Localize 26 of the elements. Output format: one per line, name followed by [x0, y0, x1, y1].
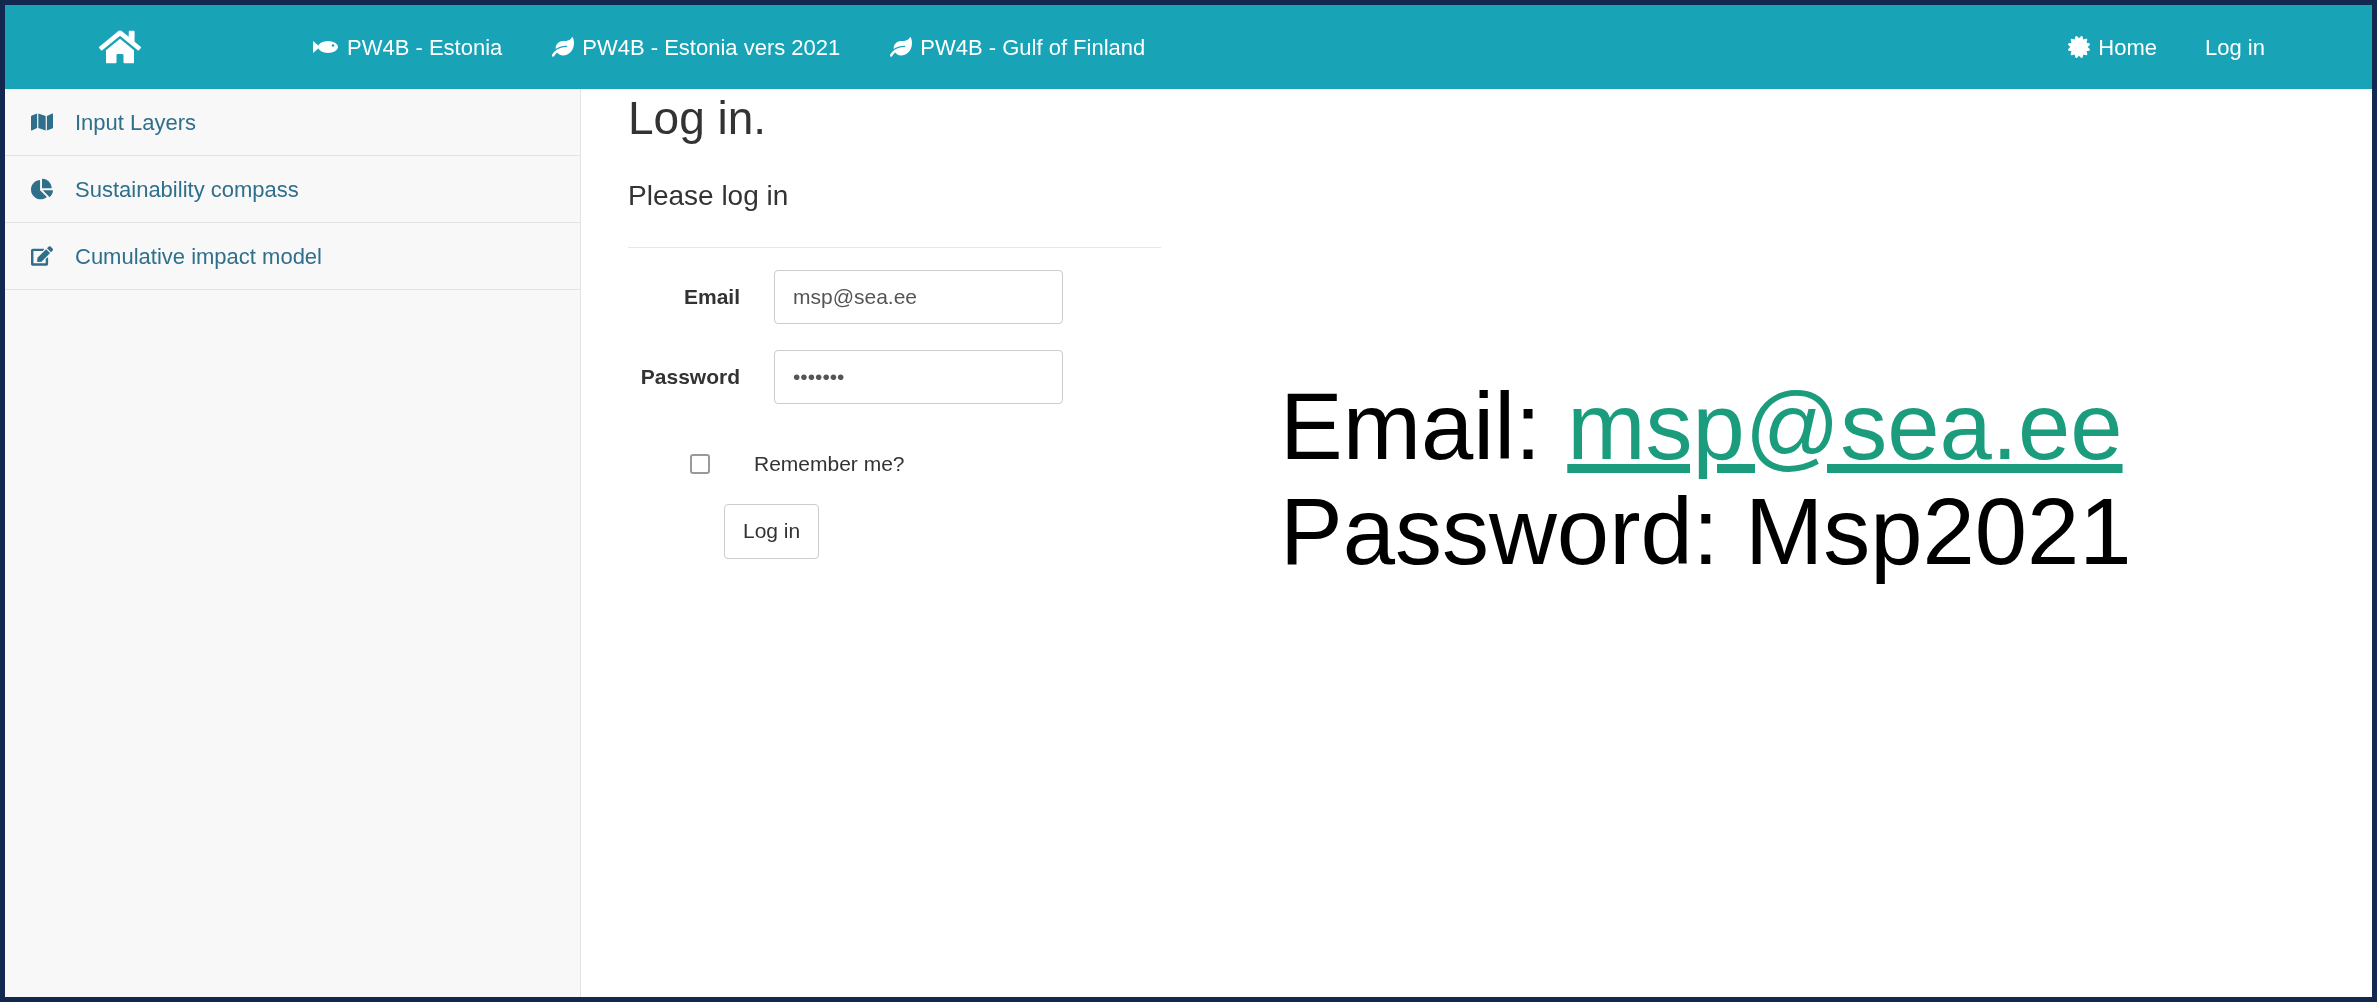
- map-icon: [31, 111, 53, 133]
- field-label: Email: [682, 284, 740, 311]
- input-field[interactable]: •••••••: [774, 350, 1063, 404]
- fish-icon: [313, 40, 339, 54]
- login-button[interactable]: Log in: [724, 503, 820, 559]
- field-label: Password: [639, 364, 740, 391]
- nav-link[interactable]: PW4B - Gulf of Finland: [890, 30, 1146, 64]
- page-subtitle: Please log in: [628, 179, 790, 213]
- sidebar-item[interactable]: Input Layers: [5, 89, 580, 156]
- checkbox-label: Remember me?: [754, 451, 905, 477]
- edit-icon: [31, 245, 53, 267]
- password-note: Password: Msp2021: [1280, 479, 2132, 585]
- nav-link[interactable]: PW4B - Estonia vers 2021: [552, 30, 841, 64]
- checkbox[interactable]: [690, 453, 710, 474]
- leaf-icon: [552, 36, 575, 58]
- badge-icon: [2068, 36, 2091, 58]
- nav-link[interactable]: PW4B - Estonia: [313, 30, 503, 64]
- leaf-icon: [890, 36, 913, 58]
- sidebar-item[interactable]: Sustainability compass: [5, 156, 580, 223]
- note-text: Email:: [1280, 374, 1543, 479]
- nav-link[interactable]: Log in: [2205, 30, 2265, 64]
- pie-chart-icon: [31, 178, 53, 200]
- email-link[interactable]: msp@sea.ee: [1567, 374, 2123, 479]
- sidebar-item[interactable]: Cumulative impact model: [5, 223, 580, 290]
- nav-link[interactable]: Home: [2068, 30, 2158, 64]
- input-field[interactable]: msp@sea.ee: [774, 270, 1063, 324]
